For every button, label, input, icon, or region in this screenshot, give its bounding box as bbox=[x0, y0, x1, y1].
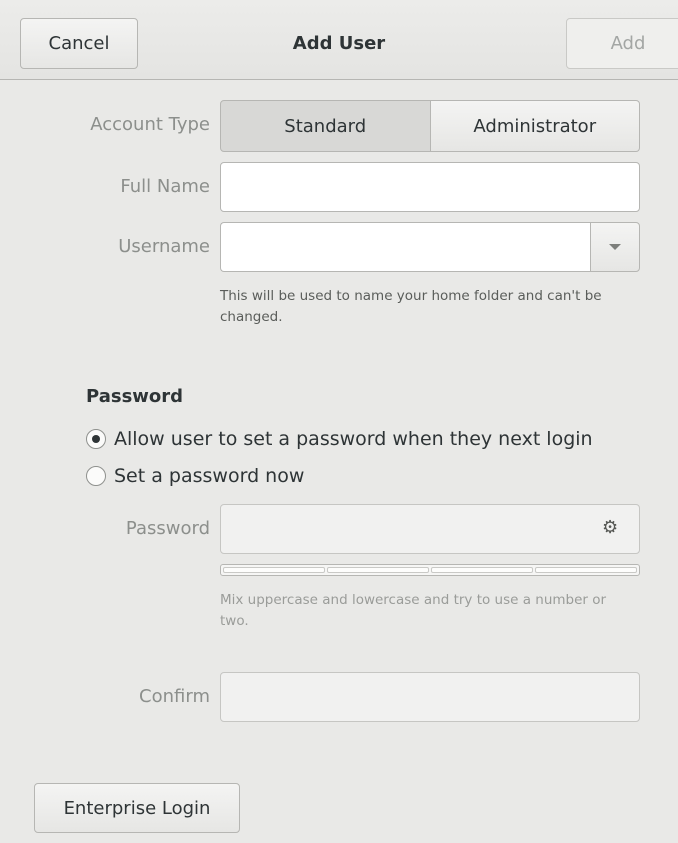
radio-label: Set a password now bbox=[114, 465, 305, 487]
strength-segment bbox=[431, 567, 533, 573]
radio-checked-icon[interactable] bbox=[86, 429, 106, 449]
strength-segment bbox=[535, 567, 637, 573]
add-button[interactable]: Add bbox=[566, 18, 678, 69]
radio-unchecked-icon[interactable] bbox=[86, 466, 106, 486]
confirm-label: Confirm bbox=[139, 686, 210, 707]
radio-label: Allow user to set a password when they n… bbox=[114, 428, 593, 450]
full-name-label: Full Name bbox=[120, 176, 210, 197]
chevron-down-icon bbox=[609, 244, 621, 250]
add-user-dialog: Cancel Add User Add Account Type Standar… bbox=[0, 0, 678, 843]
enterprise-login-button[interactable]: Enterprise Login bbox=[34, 783, 240, 833]
username-field[interactable] bbox=[220, 222, 592, 272]
radio-allow-user-set-password[interactable]: Allow user to set a password when they n… bbox=[86, 428, 593, 450]
strength-segment bbox=[327, 567, 429, 573]
account-type-administrator-button[interactable]: Administrator bbox=[430, 100, 640, 152]
password-section-heading: Password bbox=[86, 386, 184, 407]
password-strength-bar bbox=[220, 564, 640, 576]
account-type-label: Account Type bbox=[90, 114, 210, 135]
password-field[interactable] bbox=[220, 504, 640, 554]
password-label: Password bbox=[125, 518, 210, 539]
username-dropdown-button[interactable] bbox=[590, 222, 640, 272]
account-type-standard-button[interactable]: Standard bbox=[220, 100, 431, 152]
username-hint: This will be used to name your home fold… bbox=[220, 288, 602, 325]
strength-segment bbox=[223, 567, 325, 573]
header-bar: Cancel Add User Add bbox=[0, 0, 678, 80]
gear-icon[interactable]: ⚙ bbox=[602, 518, 618, 538]
radio-set-password-now[interactable]: Set a password now bbox=[86, 465, 304, 487]
password-hint: Mix uppercase and lowercase and try to u… bbox=[220, 592, 607, 629]
confirm-field[interactable] bbox=[220, 672, 640, 722]
username-label: Username bbox=[118, 236, 210, 257]
full-name-field[interactable] bbox=[220, 162, 640, 212]
account-type-selector: Standard Administrator bbox=[220, 100, 640, 152]
